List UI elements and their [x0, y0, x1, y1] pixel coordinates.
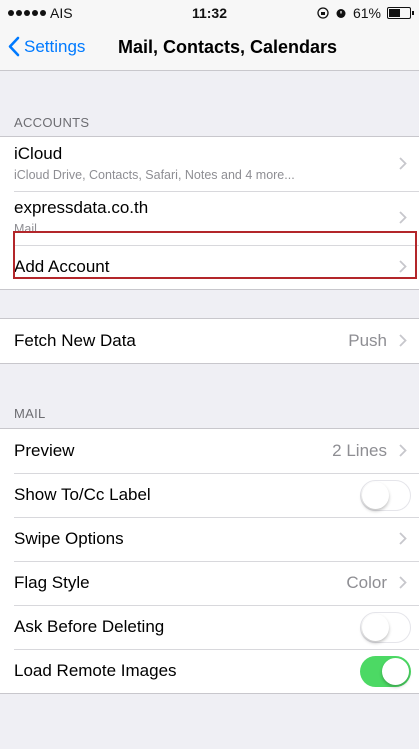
mail-header: MAIL: [14, 406, 46, 421]
accounts-group: iCloud iCloud Drive, Contacts, Safari, N…: [0, 136, 419, 290]
account-subtitle: iCloud Drive, Contacts, Safari, Notes an…: [14, 168, 295, 182]
fetch-label: Fetch New Data: [14, 331, 136, 350]
chevron-right-icon: [399, 444, 407, 457]
battery-icon: [387, 7, 414, 19]
account-row-expressdata[interactable]: expressdata.co.th Mail: [0, 191, 419, 245]
load-remote-images-toggle[interactable]: [360, 656, 411, 687]
flag-style-value: Color: [346, 573, 387, 592]
account-row-icloud[interactable]: iCloud iCloud Drive, Contacts, Safari, N…: [0, 137, 419, 191]
back-label: Settings: [24, 36, 86, 56]
status-right: 61%: [317, 5, 414, 21]
show-tocc-toggle[interactable]: [360, 480, 411, 511]
battery-level: [389, 9, 400, 17]
swipe-options-row[interactable]: Swipe Options: [0, 517, 419, 561]
preview-row[interactable]: Preview 2 Lines: [0, 429, 419, 473]
accounts-header: ACCOUNTS: [14, 115, 90, 130]
chevron-left-icon: [8, 36, 20, 57]
chevron-right-icon: [399, 334, 407, 347]
mail-group: Preview 2 Lines Show To/Cc Label Swipe O…: [0, 428, 419, 694]
load-remote-images-row: Load Remote Images: [0, 649, 419, 693]
show-tocc-label-row: Show To/Cc Label: [0, 473, 419, 517]
load-remote-images-label: Load Remote Images: [14, 661, 177, 680]
flag-style-row[interactable]: Flag Style Color: [0, 561, 419, 605]
add-account-row[interactable]: Add Account: [0, 245, 419, 289]
fetch-group: Fetch New Data Push: [0, 318, 419, 364]
preview-value: 2 Lines: [332, 441, 387, 460]
add-account-label: Add Account: [14, 257, 110, 276]
swipe-options-label: Swipe Options: [14, 529, 124, 548]
ask-before-deleting-toggle[interactable]: [360, 612, 411, 643]
flag-style-label: Flag Style: [14, 573, 90, 592]
rotation-lock-icon: [317, 7, 329, 19]
settings-screen: AIS 11:32 61% Settings Mail, Contacts, C…: [0, 0, 419, 749]
chevron-right-icon: [399, 260, 407, 273]
ask-before-deleting-row: Ask Before Deleting: [0, 605, 419, 649]
preview-label: Preview: [14, 441, 75, 460]
battery-percent: 61%: [352, 5, 381, 21]
chevron-right-icon: [399, 532, 407, 545]
fetch-new-data-row[interactable]: Fetch New Data Push: [0, 319, 419, 363]
status-bar: AIS 11:32 61%: [0, 0, 419, 26]
ask-before-deleting-label: Ask Before Deleting: [14, 617, 165, 636]
chevron-right-icon: [399, 211, 407, 224]
alarm-icon: [336, 9, 346, 18]
navigation-bar: Settings Mail, Contacts, Calendars: [0, 26, 419, 71]
back-button[interactable]: Settings: [8, 36, 85, 57]
account-label: iCloud: [14, 144, 63, 163]
chevron-right-icon: [399, 157, 407, 170]
page-title: Mail, Contacts, Calendars: [118, 37, 338, 57]
account-label: expressdata.co.th: [14, 198, 149, 217]
fetch-value: Push: [348, 331, 387, 350]
account-subtitle: Mail: [14, 222, 37, 236]
chevron-right-icon: [399, 576, 407, 589]
show-tocc-label: Show To/Cc Label: [14, 485, 151, 504]
